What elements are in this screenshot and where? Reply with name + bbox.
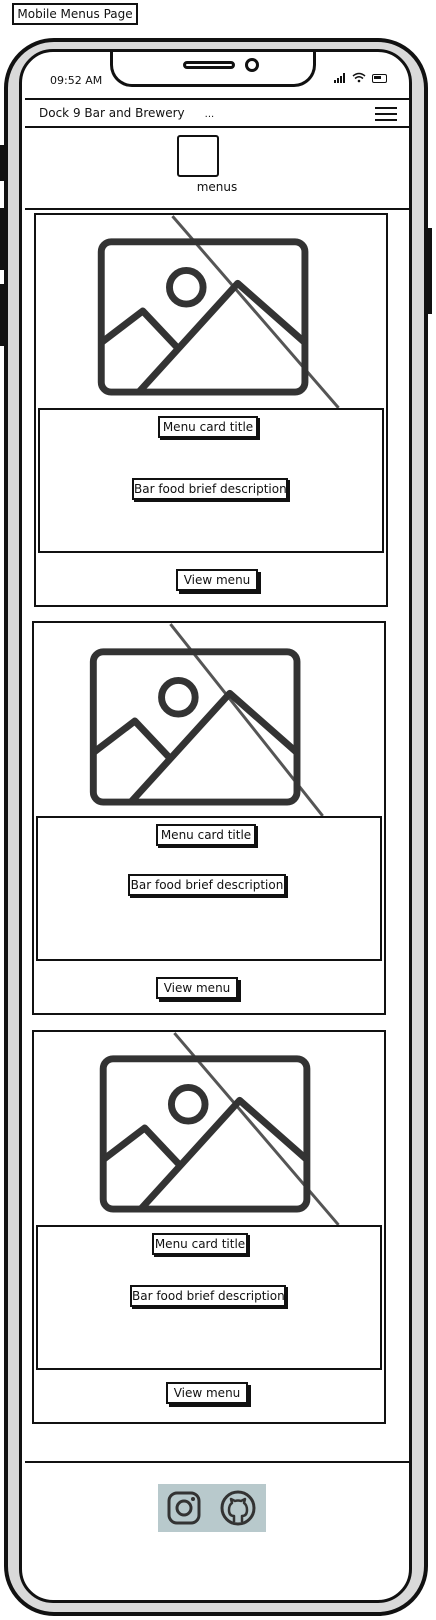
card-title: Menu card title [152,1233,248,1255]
side-button-left-3 [0,284,4,346]
speaker [183,61,235,69]
side-button-left-2 [0,208,4,270]
card-image-placeholder [36,215,386,409]
status-bar: 09:52 AM [22,52,409,98]
footer-social-icons [158,1484,266,1532]
signal-icon [334,73,346,83]
side-button-right [428,228,432,314]
card-body: Menu card title Bar food brief descripti… [36,816,382,961]
battery-icon [372,74,387,83]
card-image-placeholder [34,1032,384,1226]
brand-ellipsis: ... [204,109,215,120]
card-description: Bar food brief description [132,478,288,500]
card-title: Menu card title [158,416,258,438]
menu-card: Menu card title Bar food brief descripti… [34,213,388,607]
github-icon[interactable] [220,1490,256,1526]
card-body: Menu card title Bar food brief descripti… [38,408,384,553]
menu-card: Menu card title Bar food brief descripti… [32,621,386,1015]
navbar: Dock 9 Bar and Brewery... [25,98,409,128]
camera [245,58,259,72]
view-menu-button[interactable]: View menu [176,569,258,591]
brand-name[interactable]: Dock 9 Bar and Brewery... [39,106,214,120]
side-button-left-1 [0,145,4,181]
page-label: Mobile Menus Page [12,3,138,25]
card-description: Bar food brief description [130,1285,286,1307]
logo-placeholder[interactable] [177,135,219,177]
footer-divider [25,1461,409,1463]
hamburger-menu-icon[interactable] [375,104,397,124]
status-icons [334,72,387,83]
view-menu-button[interactable]: View menu [166,1382,248,1404]
view-menu-button[interactable]: View menu [156,977,238,999]
card-body: Menu card title Bar food brief descripti… [36,1225,382,1370]
wifi-icon [352,72,366,83]
image-placeholder-icon [99,1032,340,1226]
image-placeholder-icon [89,623,324,817]
card-image-placeholder [34,623,384,817]
card-description: Bar food brief description [128,874,286,896]
phone-screen: 09:52 AM Dock 9 Bar and Brewery... menus [19,49,412,1603]
instagram-icon[interactable] [166,1490,202,1526]
status-time: 09:52 AM [50,74,103,87]
notch [110,52,316,87]
logo-area: menus [25,128,409,210]
image-placeholder-icon [97,215,340,409]
menu-card: Menu card title Bar food brief descripti… [32,1030,386,1424]
logo-label: menus [196,180,238,194]
card-title: Menu card title [156,824,256,846]
